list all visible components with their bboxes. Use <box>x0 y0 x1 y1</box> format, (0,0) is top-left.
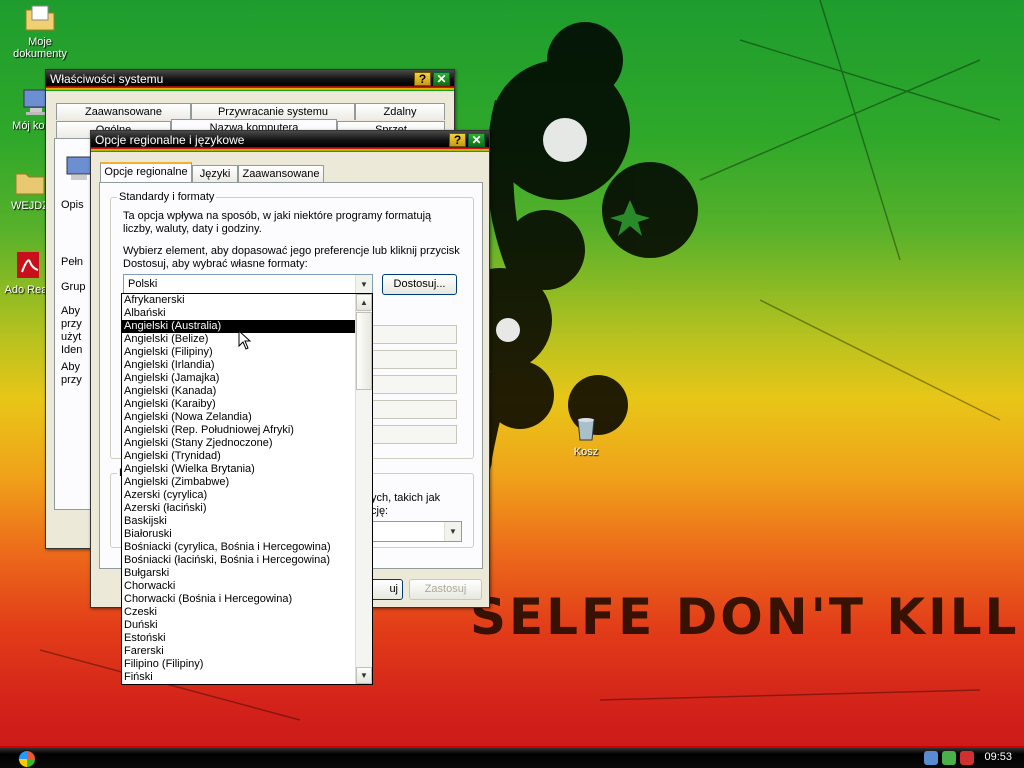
label-grupa: Grup <box>61 281 86 293</box>
tab-zaawansowane[interactable]: Zaawansowane <box>238 165 324 182</box>
label-uzyt: użyt <box>61 331 82 343</box>
location-combo[interactable]: ▼ <box>366 521 462 542</box>
standards-description: Ta opcja wpływa na sposób, w jaki niektó… <box>123 210 432 235</box>
locale-option[interactable]: Angielski (Karaiby) <box>122 398 356 411</box>
clock[interactable]: 09:53 <box>984 751 1012 763</box>
help-button[interactable]: ? <box>414 72 431 86</box>
desktop-icon-moje-dokumenty[interactable]: Moje dokumenty <box>2 2 78 60</box>
apply-button[interactable]: Zastosuj <box>409 579 482 600</box>
customize-button[interactable]: Dostosuj... <box>382 274 457 295</box>
folder-documents-icon <box>25 5 55 31</box>
locale-option[interactable]: Estoński <box>122 632 356 645</box>
label-pelna: Pełn <box>61 256 84 268</box>
label-opis: Opis <box>61 199 84 211</box>
locale-option[interactable]: Bułgarski <box>122 567 356 580</box>
scroll-down-button[interactable]: ▼ <box>356 667 372 684</box>
locale-option[interactable]: Azerski (łaciński) <box>122 502 356 515</box>
label-przy-2: przy <box>61 374 82 386</box>
locale-option[interactable]: Angielski (Kanada) <box>122 385 356 398</box>
locale-option[interactable]: Filipino (Filipiny) <box>122 658 356 671</box>
chevron-down-icon[interactable]: ▼ <box>444 522 461 541</box>
desktop-icon-kosz[interactable]: Kosz <box>548 412 624 458</box>
locale-option[interactable]: Angielski (Rep. Południowej Afryki) <box>122 424 356 437</box>
locale-option[interactable]: Farerski <box>122 645 356 658</box>
locale-option[interactable]: Angielski (Nowa Zelandia) <box>122 411 356 424</box>
locale-option[interactable]: Bośniacki (cyrylica, Bośnia i Hercegowin… <box>122 541 356 554</box>
update-icon[interactable] <box>942 751 956 765</box>
desktop-icon-label: Moje dokumenty <box>13 36 67 60</box>
label-aby-2: Aby <box>61 361 80 373</box>
tab-zdalny[interactable]: Zdalny <box>355 103 445 120</box>
network-icon[interactable] <box>924 751 938 765</box>
standards-legend: Standardy i formaty <box>117 191 217 203</box>
sample-field-time <box>369 375 457 394</box>
locale-option[interactable]: Baskijski <box>122 515 356 528</box>
recycle-bin-icon <box>577 418 595 441</box>
sample-field-number <box>369 325 457 344</box>
folder-icon <box>15 173 45 195</box>
locale-option[interactable]: Angielski (Irlandia) <box>122 359 356 372</box>
locale-dropdown-list[interactable]: Afrykanerski Albański Angielski (Australia… <box>121 293 373 685</box>
locale-option[interactable]: Chorwacki <box>122 580 356 593</box>
locale-combo[interactable]: Polski ▼ <box>123 274 373 295</box>
sample-field-short-date <box>369 400 457 419</box>
chevron-down-icon[interactable]: ▼ <box>355 275 372 294</box>
standards-instruction: Wybierz element, aby dopasować jego pref… <box>123 245 460 270</box>
tab-przywracanie[interactable]: Przywracanie systemu <box>191 103 355 120</box>
locale-option[interactable]: Azerski (cyrylica) <box>122 489 356 502</box>
locale-combo-value: Polski <box>128 278 158 290</box>
wallpaper-slogan: SELFE DON'T KILL <box>470 588 1020 646</box>
close-button[interactable]: ✕ <box>433 72 450 86</box>
title-bar[interactable]: Opcje regionalne i językowe ? ✕ <box>91 131 489 152</box>
window-title: Opcje regionalne i językowe <box>95 133 245 147</box>
locale-option[interactable]: Bośniacki (łaciński, Bośnia i Hercegowin… <box>122 554 356 567</box>
taskbar: 09:53 <box>0 746 1024 768</box>
mouse-cursor-icon <box>238 330 252 350</box>
locale-option[interactable]: Chorwacki (Bośnia i Hercegowina) <box>122 593 356 606</box>
locale-option[interactable]: Angielski (Wielka Brytania) <box>122 463 356 476</box>
label-iden: Iden <box>61 344 83 356</box>
start-button[interactable] <box>18 750 36 768</box>
desktop-icon-label: Kosz <box>573 446 599 458</box>
locale-option[interactable]: Białoruski <box>122 528 356 541</box>
sample-field-currency <box>369 350 457 369</box>
system-tray: 09:53 <box>914 748 1024 768</box>
desktop-icon-label: WEJDŹ <box>11 200 49 212</box>
label-przy-1: przy <box>61 318 82 330</box>
locale-option[interactable]: Afrykanerski <box>122 294 356 307</box>
label-aby-1: Aby <box>61 305 80 317</box>
tab-jezyki[interactable]: Języki <box>192 165 238 182</box>
locale-option[interactable]: Duński <box>122 619 356 632</box>
locale-option[interactable]: Angielski (Jamajka) <box>122 372 356 385</box>
pdf-icon <box>17 252 39 278</box>
sample-field-long-date <box>369 425 457 444</box>
help-button[interactable]: ? <box>449 133 466 147</box>
scroll-thumb[interactable] <box>356 312 372 390</box>
locale-option[interactable]: Albański <box>122 307 356 320</box>
scroll-up-button[interactable]: ▲ <box>356 294 372 311</box>
window-title: Właściwości systemu <box>50 72 164 86</box>
scrollbar[interactable]: ▲ ▼ <box>355 294 372 684</box>
locale-option[interactable]: Fiński <box>122 671 356 684</box>
title-bar[interactable]: Właściwości systemu ? ✕ <box>46 70 454 91</box>
locale-option[interactable]: Angielski (Zimbabwe) <box>122 476 356 489</box>
close-button[interactable]: ✕ <box>468 133 485 147</box>
location-description-2: cję: <box>371 505 389 517</box>
locale-option[interactable]: Angielski (Stany Zjednoczone) <box>122 437 356 450</box>
shield-icon[interactable] <box>960 751 974 765</box>
tab-zaawansowane[interactable]: Zaawansowane <box>56 103 191 120</box>
locale-option[interactable]: Czeski <box>122 606 356 619</box>
locale-options[interactable]: Afrykanerski Albański Angielski (Australia… <box>122 294 356 684</box>
locale-option[interactable]: Angielski (Trynidad) <box>122 450 356 463</box>
location-description: ych, takich jak <box>371 492 441 504</box>
tab-opcje-regionalne[interactable]: Opcje regionalne <box>100 162 192 182</box>
